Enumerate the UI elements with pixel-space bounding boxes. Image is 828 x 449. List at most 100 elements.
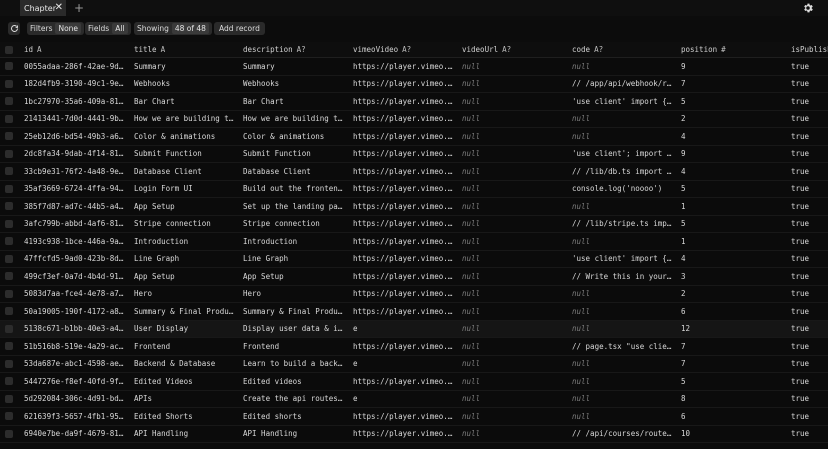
cell-vimeoVideo[interactable]: https://player.vimeo.… — [353, 76, 456, 93]
cell-isPublished[interactable]: true — [791, 216, 828, 233]
column-header-videoUrl[interactable]: videoUrl A? — [462, 42, 511, 57]
cell-code[interactable]: console.log('noooo') — [572, 181, 675, 198]
column-header-id[interactable]: id A — [24, 42, 42, 57]
cell-isPublished[interactable]: true — [791, 391, 828, 408]
cell-description[interactable]: Webhooks — [243, 76, 347, 93]
cell-videoUrl[interactable]: null — [462, 216, 566, 233]
cell-vimeoVideo[interactable]: https://player.vimeo.… — [353, 268, 456, 285]
cell-vimeoVideo[interactable]: https://player.vimeo.… — [353, 408, 456, 425]
cell-title[interactable]: Database Client — [134, 163, 237, 180]
cell-videoUrl[interactable]: null — [462, 233, 566, 250]
cell-code[interactable]: null — [572, 128, 675, 145]
cell-id[interactable]: 2dc8fa34-9dab-4f14-81… — [24, 146, 128, 163]
table-row[interactable]: 4193c938-1bce-446a-9a… Introduction Introd… — [0, 233, 828, 251]
cell-position[interactable]: 10 — [681, 426, 785, 443]
cell-description[interactable]: Build out the fronten… — [243, 181, 347, 198]
cell-id[interactable]: 53da687e-abc1-4598-ae… — [24, 356, 128, 373]
cell-videoUrl[interactable]: null — [462, 268, 566, 285]
add-tab-icon[interactable]: + — [74, 0, 84, 16]
row-checkbox[interactable] — [5, 111, 13, 128]
cell-position[interactable]: 1 — [681, 198, 785, 215]
cell-id[interactable]: 5138c671-b1bb-40e3-a4… — [24, 321, 128, 338]
cell-videoUrl[interactable]: null — [462, 111, 566, 128]
cell-vimeoVideo[interactable]: https://player.vimeo.… — [353, 93, 456, 110]
cell-code[interactable]: // /api/courses/route… — [572, 426, 675, 443]
cell-description[interactable]: Line Graph — [243, 251, 347, 268]
cell-vimeoVideo[interactable]: e — [353, 356, 456, 373]
fields-button[interactable]: Fields All — [85, 22, 131, 35]
cell-id[interactable]: 5083d7aa-fce4-4e78-a7… — [24, 286, 128, 303]
cell-title[interactable]: Summary & Final Produ… — [134, 303, 237, 320]
cell-id[interactable]: 0055adaa-286f-42ae-9d… — [24, 58, 128, 75]
table-row[interactable]: 5447276e-f8ef-40fd-9f… Edited Videos Edite… — [0, 373, 828, 391]
cell-code[interactable]: // /lib/db.ts import … — [572, 163, 675, 180]
cell-id[interactable]: 182d4fb9-3190-49c1-9e… — [24, 76, 128, 93]
cell-code[interactable]: null — [572, 111, 675, 128]
cell-description[interactable]: Introduction — [243, 233, 347, 250]
cell-isPublished[interactable]: true — [791, 286, 828, 303]
cell-code[interactable]: null — [572, 373, 675, 390]
row-checkbox[interactable] — [5, 268, 13, 285]
cell-title[interactable]: Backend & Database — [134, 356, 237, 373]
cell-vimeoVideo[interactable]: e — [353, 321, 456, 338]
cell-position[interactable]: 7 — [681, 356, 785, 373]
cell-videoUrl[interactable]: null — [462, 408, 566, 425]
cell-position[interactable]: 4 — [681, 251, 785, 268]
cell-videoUrl[interactable]: null — [462, 356, 566, 373]
cell-vimeoVideo[interactable]: https://player.vimeo.… — [353, 303, 456, 320]
cell-videoUrl[interactable]: null — [462, 163, 566, 180]
cell-position[interactable]: 4 — [681, 163, 785, 180]
row-checkbox[interactable] — [5, 426, 13, 443]
cell-vimeoVideo[interactable]: https://player.vimeo.… — [353, 198, 456, 215]
cell-isPublished[interactable]: true — [791, 76, 828, 93]
cell-videoUrl[interactable]: null — [462, 93, 566, 110]
cell-description[interactable]: Learn to build a back… — [243, 356, 347, 373]
cell-isPublished[interactable]: true — [791, 128, 828, 145]
cell-position[interactable]: 2 — [681, 111, 785, 128]
cell-isPublished[interactable]: true — [791, 198, 828, 215]
table-row[interactable]: 5083d7aa-fce4-4e78-a7… Hero Hero https://pl… — [0, 286, 828, 303]
cell-isPublished[interactable]: true — [791, 93, 828, 110]
cell-vimeoVideo[interactable]: e — [353, 391, 456, 408]
cell-description[interactable]: Color & animations — [243, 128, 347, 145]
cell-description[interactable]: Stripe connection — [243, 216, 347, 233]
cell-isPublished[interactable]: true — [791, 58, 828, 75]
cell-vimeoVideo[interactable]: https://player.vimeo.… — [353, 216, 456, 233]
cell-vimeoVideo[interactable]: https://player.vimeo.… — [353, 426, 456, 443]
cell-title[interactable]: App Setup — [134, 268, 237, 285]
cell-vimeoVideo[interactable]: https://player.vimeo.… — [353, 286, 456, 303]
cell-id[interactable]: 21413441-7d0d-4441-9b… — [24, 111, 128, 128]
cell-title[interactable]: Summary — [134, 58, 237, 75]
cell-description[interactable]: Bar Chart — [243, 93, 347, 110]
cell-position[interactable]: 8 — [681, 391, 785, 408]
cell-isPublished[interactable]: true — [791, 303, 828, 320]
cell-code[interactable]: 'use client' import {… — [572, 251, 675, 268]
cell-position[interactable]: 5 — [681, 181, 785, 198]
cell-title[interactable]: Introduction — [134, 233, 237, 250]
row-checkbox[interactable] — [5, 391, 13, 408]
cell-description[interactable]: Edited shorts — [243, 408, 347, 425]
cell-description[interactable]: Summary — [243, 58, 347, 75]
row-checkbox[interactable] — [5, 146, 13, 163]
cell-title[interactable]: Webhooks — [134, 76, 237, 93]
cell-description[interactable]: Hero — [243, 286, 347, 303]
column-header-description[interactable]: description A? — [243, 42, 306, 57]
cell-position[interactable]: 6 — [681, 408, 785, 425]
cell-id[interactable]: 385f7d87-ad7c-44b5-a4… — [24, 198, 128, 215]
cell-videoUrl[interactable]: null — [462, 373, 566, 390]
cell-title[interactable]: Edited Shorts — [134, 408, 237, 425]
row-checkbox[interactable] — [5, 233, 13, 250]
cell-id[interactable]: 51b516b8-519e-4a29-ac… — [24, 338, 128, 355]
refresh-button[interactable] — [8, 22, 20, 35]
row-checkbox[interactable] — [5, 321, 13, 338]
cell-code[interactable]: null — [572, 303, 675, 320]
cell-vimeoVideo[interactable]: https://player.vimeo.… — [353, 58, 456, 75]
cell-id[interactable]: 25eb12d6-bd54-49b3-a6… — [24, 128, 128, 145]
cell-id[interactable]: 621639f3-5657-4fb1-95… — [24, 408, 128, 425]
cell-code[interactable]: null — [572, 408, 675, 425]
cell-position[interactable]: 9 — [681, 146, 785, 163]
cell-isPublished[interactable]: true — [791, 338, 828, 355]
cell-id[interactable]: 6940e7be-da9f-4679-81… — [24, 426, 128, 443]
cell-code[interactable]: null — [572, 321, 675, 338]
table-row[interactable]: 182d4fb9-3190-49c1-9e… Webhooks Webhooks ht… — [0, 76, 828, 93]
